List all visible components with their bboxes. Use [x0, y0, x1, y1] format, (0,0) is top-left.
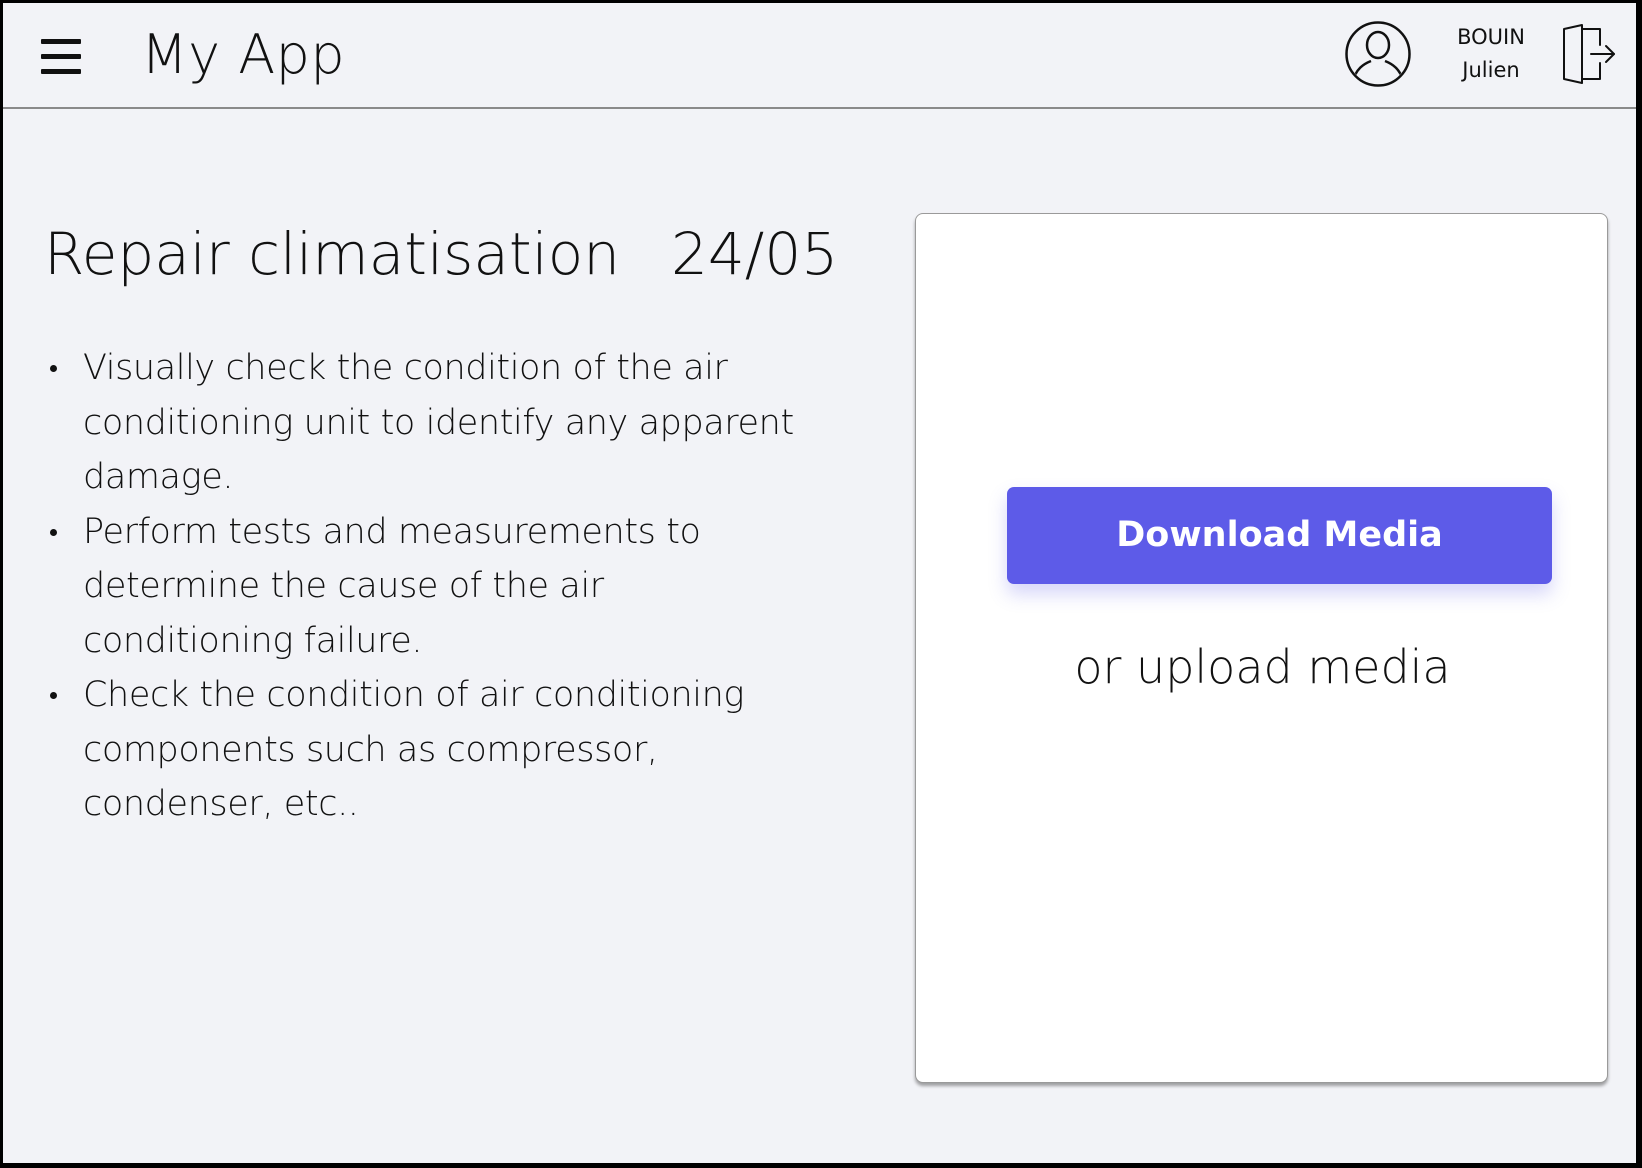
- step-text: Check the condition of air conditioning …: [83, 675, 744, 824]
- bullet-icon: [50, 528, 57, 536]
- user-avatar-icon[interactable]: [1344, 20, 1412, 88]
- step-text: Visually check the condition of the air …: [83, 348, 794, 497]
- menu-bar-line: [41, 54, 81, 59]
- user-name: BOUIN Julien: [1446, 21, 1536, 87]
- list-item: Visually check the condition of the air …: [45, 341, 805, 505]
- bullet-icon: [50, 692, 57, 699]
- hamburger-menu-icon[interactable]: [39, 35, 83, 79]
- task-title: Repair climatisation: [44, 220, 621, 288]
- task-steps-list: Visually check the condition of the air …: [45, 341, 805, 832]
- menu-bar-line: [41, 69, 81, 74]
- logout-icon[interactable]: [1560, 23, 1616, 85]
- task-date: 24/05: [671, 220, 839, 288]
- bullet-icon: [50, 365, 57, 372]
- list-item: Perform tests and measurements to determ…: [45, 505, 805, 669]
- menu-bar-line: [41, 39, 81, 44]
- user-first-name: Julien: [1462, 58, 1520, 82]
- upload-media-link[interactable]: or upload media: [916, 639, 1609, 695]
- download-media-button[interactable]: Download Media: [1007, 487, 1552, 584]
- app-window: My App BOUIN Julien Repair climatisation…: [3, 3, 1636, 1163]
- user-last-name: BOUIN: [1457, 25, 1525, 49]
- app-title: My App: [141, 23, 346, 86]
- media-card: Download Media or upload media: [915, 213, 1608, 1083]
- list-item: Check the condition of air conditioning …: [45, 668, 805, 832]
- top-bar: My App BOUIN Julien: [3, 3, 1636, 109]
- step-text: Perform tests and measurements to determ…: [83, 511, 701, 661]
